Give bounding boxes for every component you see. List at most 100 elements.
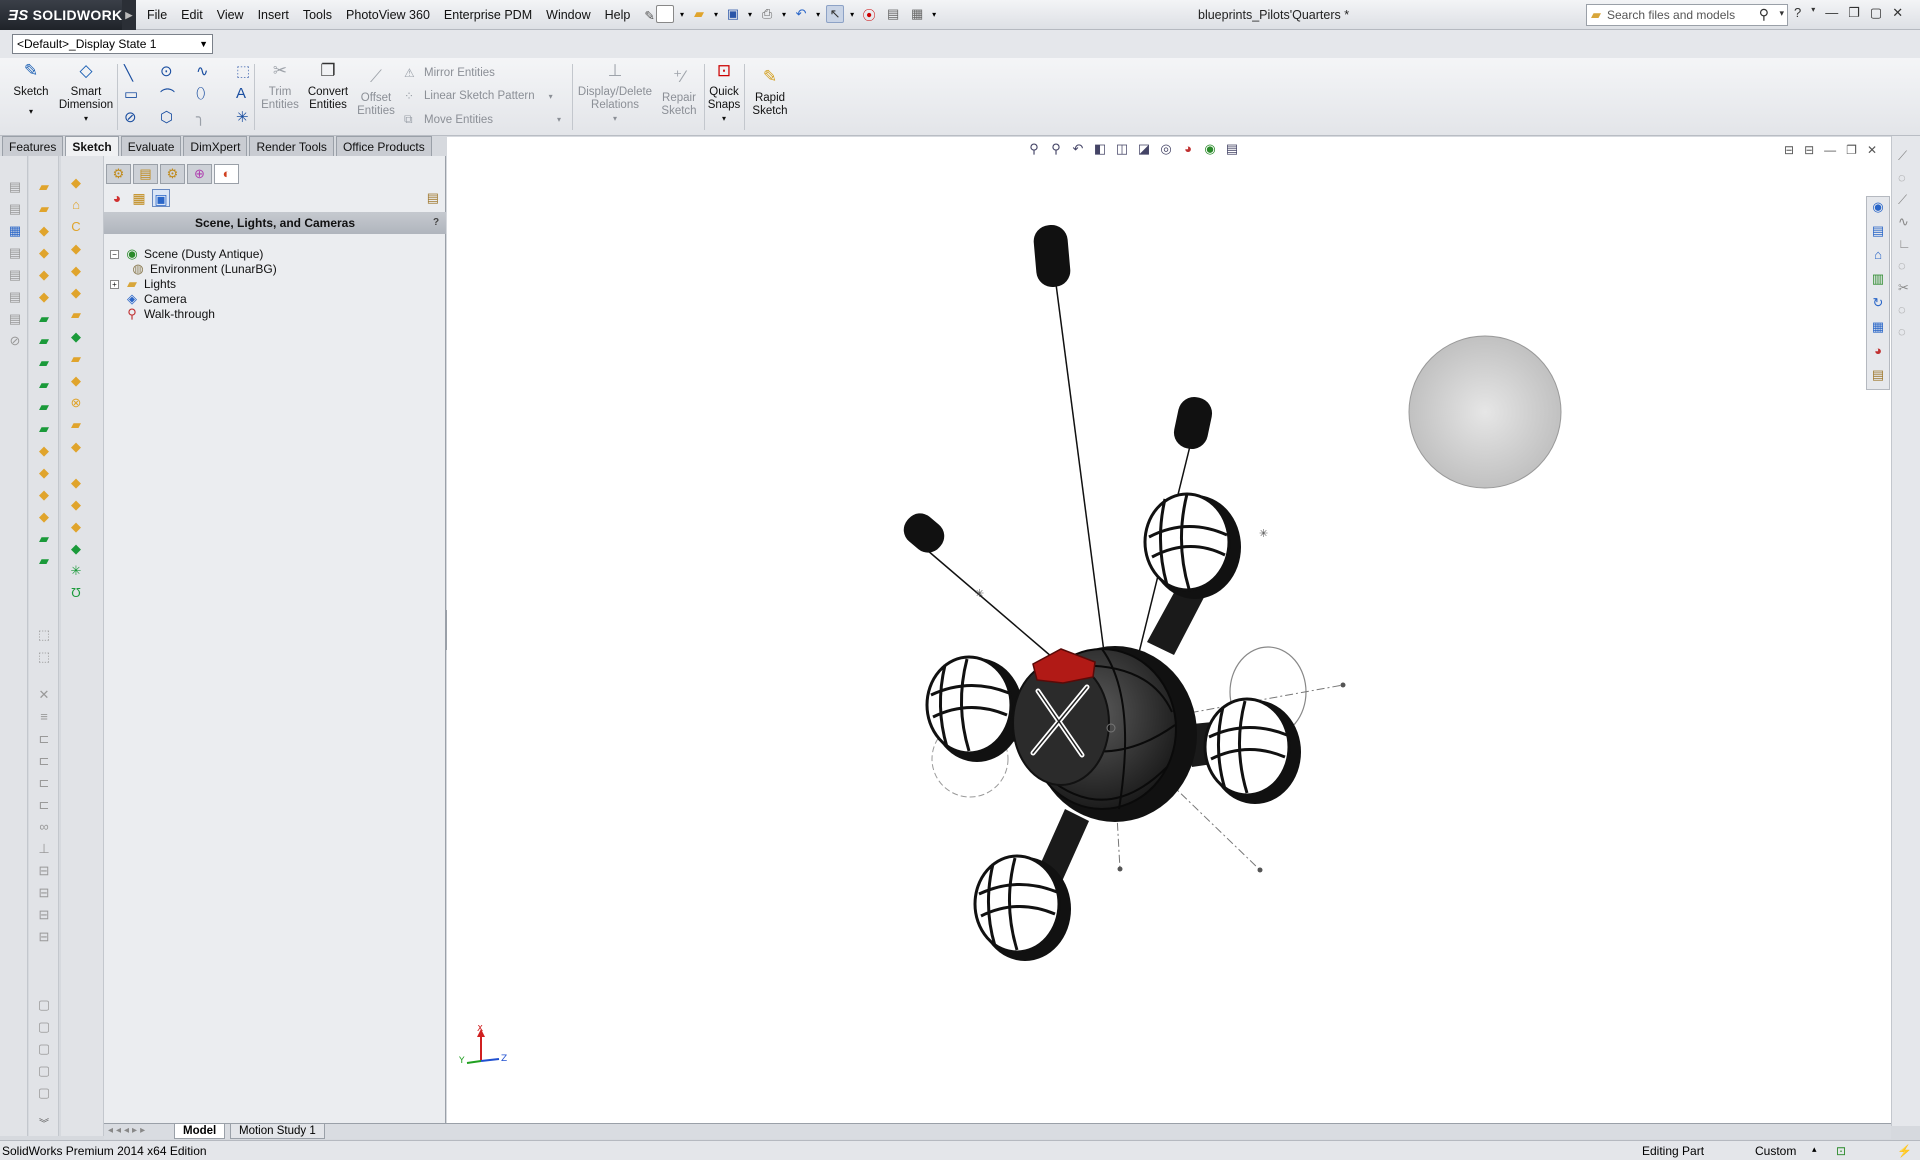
relations-dropdown-icon[interactable]: ▾: [576, 112, 654, 125]
sketch-tool-icon[interactable]: ◌: [1898, 170, 1906, 185]
display-manager-tab-icon[interactable]: ◐: [214, 164, 239, 184]
menu-edit[interactable]: Edit: [181, 8, 203, 22]
tree-node-walkthrough[interactable]: ⚲ Walk-through: [124, 306, 215, 322]
panel-help-icon[interactable]: ?: [430, 216, 442, 230]
extrude-icon[interactable]: ▰: [35, 178, 53, 196]
sketch-relation-icon[interactable]: ⊥: [35, 840, 53, 858]
solidworks-resources-icon[interactable]: ◉: [1868, 199, 1888, 221]
smart-dimension-dropdown-icon[interactable]: ▾: [56, 112, 116, 125]
sketch-relation-icon[interactable]: ⊏: [35, 796, 53, 814]
tree-node-environment[interactable]: ◍ Environment (LunarBG): [130, 261, 276, 277]
tab-sketch[interactable]: Sketch: [65, 136, 119, 156]
close-icon[interactable]: ✕: [1892, 5, 1903, 21]
slot-icon[interactable]: ⊘: [124, 108, 137, 126]
feature-tree-tab-icon[interactable]: ⚙: [106, 164, 131, 184]
feature-icon[interactable]: ⌂: [67, 196, 85, 214]
surface-icon[interactable]: ▰: [35, 332, 53, 350]
save-dropdown-icon[interactable]: ▾: [748, 10, 752, 19]
sketch-tool-icon[interactable]: ▤: [6, 244, 24, 262]
appearance-icon[interactable]: ◕: [108, 189, 126, 207]
save-icon[interactable]: ▣: [724, 5, 742, 23]
decals-icon[interactable]: ▦: [130, 189, 148, 207]
feature-icon[interactable]: C: [67, 218, 85, 236]
feature-icon[interactable]: ◆: [67, 262, 85, 280]
pin-icon[interactable]: ✎: [644, 8, 654, 23]
rebuild-status-icon[interactable]: ⚡: [1897, 1144, 1912, 1158]
solidworks-logo[interactable]: ƎS SOLIDWORKS ▶: [0, 0, 136, 30]
feature-icon[interactable]: ✳: [67, 562, 85, 580]
surface-icon[interactable]: ▰: [35, 376, 53, 394]
menu-file[interactable]: File: [147, 8, 167, 22]
point-icon[interactable]: ✳: [236, 108, 249, 126]
configuration-manager-tab-icon[interactable]: ⚙: [160, 164, 185, 184]
sketch-tool-icon[interactable]: ◌: [1898, 258, 1906, 273]
sketch-tool-icon[interactable]: ▤: [6, 288, 24, 306]
search-input[interactable]: Search files and models: [1607, 8, 1735, 22]
tab-features[interactable]: Features: [2, 136, 64, 156]
boundary-icon[interactable]: ◆: [35, 266, 53, 284]
file-properties-icon[interactable]: ▤: [884, 5, 902, 23]
revolve-icon[interactable]: ▰: [35, 200, 53, 218]
feature-icon[interactable]: ▰: [67, 306, 85, 324]
quick-snaps-dropdown-icon[interactable]: ▾: [706, 112, 742, 125]
tree-node-camera[interactable]: ◈ Camera: [124, 291, 187, 307]
view-palette-icon[interactable]: ↻: [1868, 295, 1888, 317]
sweep-icon[interactable]: ◆: [35, 222, 53, 240]
feature-icon[interactable]: ▰: [67, 416, 85, 434]
collapse-icon[interactable]: −: [110, 249, 119, 259]
feature-icon[interactable]: ◆: [67, 474, 85, 492]
tab-render-tools[interactable]: Render Tools: [249, 136, 334, 156]
cage-pod-top-right[interactable]: [1143, 492, 1241, 599]
sketch-relation-icon[interactable]: ⊏: [35, 774, 53, 792]
sketch-relation-icon[interactable]: ≡: [35, 708, 53, 726]
view-icon[interactable]: ▢: [35, 996, 53, 1014]
units-dropdown-icon[interactable]: ▴: [1812, 1144, 1817, 1155]
rectangle-icon[interactable]: ▭: [124, 85, 138, 103]
menu-insert[interactable]: Insert: [258, 8, 289, 22]
sketch-button[interactable]: ✎ Sketch ▾: [10, 62, 52, 118]
feature-icon[interactable]: ▰: [35, 530, 53, 548]
tab-office-products[interactable]: Office Products: [335, 136, 432, 156]
print-icon[interactable]: ⎙: [758, 5, 776, 23]
sketch-relation-icon[interactable]: ⊟: [35, 884, 53, 902]
search-icon[interactable]: ⚲: [1759, 6, 1769, 23]
sketch-point[interactable]: ✳: [1259, 527, 1268, 540]
sketch-tool-icon[interactable]: ∟: [1898, 236, 1911, 251]
feature-icon[interactable]: ◆: [67, 372, 85, 390]
cut-icon[interactable]: ◆: [35, 288, 53, 306]
property-manager-tab-icon[interactable]: ▤: [133, 164, 158, 184]
surface-icon[interactable]: ▰: [35, 310, 53, 328]
sketch-tool-icon[interactable]: ∿: [1898, 214, 1909, 230]
file-explorer-icon[interactable]: ⌂: [1868, 247, 1888, 269]
sketch-fillet-box-icon[interactable]: ⬚: [236, 62, 250, 80]
loft-icon[interactable]: ◆: [35, 244, 53, 262]
move-dropdown-icon[interactable]: ▾: [557, 115, 561, 124]
display-delete-relations-button[interactable]: ⊥ Display/Delete Relations ▾: [576, 62, 654, 125]
maximize-icon[interactable]: ▢: [1870, 5, 1882, 21]
new-dropdown-icon[interactable]: ▾: [680, 10, 684, 19]
trim-entities-button[interactable]: ✂ Trim Entities: [258, 62, 302, 112]
surface-icon[interactable]: ▰: [35, 398, 53, 416]
menu-window[interactable]: Window: [546, 8, 590, 22]
feature-icon[interactable]: ▰: [35, 552, 53, 570]
sketch-tool-icon[interactable]: ▤: [6, 200, 24, 218]
sketch-point[interactable]: [1257, 867, 1263, 873]
tree-node-lights[interactable]: + ▰ Lights: [110, 276, 176, 292]
expand-icon[interactable]: +: [110, 279, 119, 289]
feature-icon[interactable]: ◆: [67, 328, 85, 346]
feature-icon[interactable]: ◆: [67, 284, 85, 302]
feature-icon[interactable]: ◆: [67, 240, 85, 258]
sketch-tool-icon[interactable]: ⟋: [1898, 148, 1907, 164]
graphics-area[interactable]: ⚲ ⚲ ↶ ◧ ◫ ◪ ◎ ◕ ◉ ▤ ⊟ ⊟ — ❐ ✕ ✳ ✳ X Y Z: [447, 137, 1891, 1125]
convert-entities-button[interactable]: ❐ Convert Entities: [304, 62, 352, 112]
feature-icon[interactable]: ◆: [67, 438, 85, 456]
help-box-icon[interactable]: ⊡: [1836, 1144, 1846, 1158]
menu-photoview[interactable]: PhotoView 360: [346, 8, 430, 22]
spline-icon[interactable]: ∿: [196, 62, 209, 80]
feature-icon[interactable]: ◆: [67, 518, 85, 536]
menu-tools[interactable]: Tools: [303, 8, 332, 22]
smart-dimension-button[interactable]: ◇ Smart Dimension ▾: [56, 62, 116, 125]
options-dropdown-icon[interactable]: ▾: [932, 10, 936, 19]
sketch-dropdown-icon[interactable]: ▾: [10, 105, 52, 118]
open-folder-icon[interactable]: ▰: [690, 5, 708, 23]
